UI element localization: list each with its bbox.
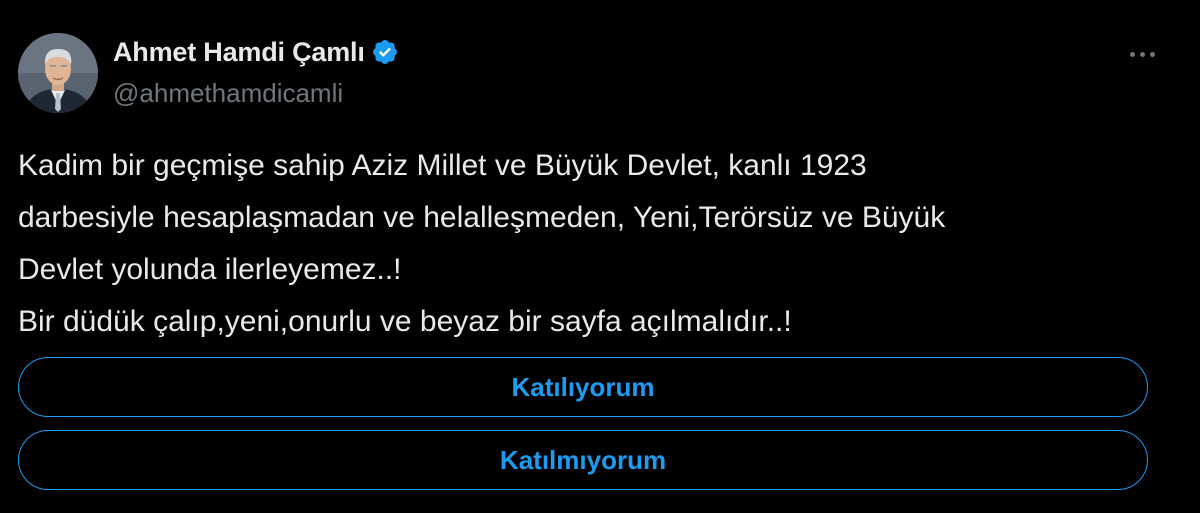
poll-option-agree-button[interactable]: Katılıyorum [18, 357, 1148, 417]
poll-option-label: Katılmıyorum [499, 444, 667, 475]
tweet-text-line: darbesiyle hesaplaşmadan ve helalleşmede… [18, 201, 946, 234]
author-display-name[interactable]: Ahmet Hamdi Çamlı [113, 37, 365, 68]
poll-option-disagree-button[interactable]: Katılmıyorum [18, 430, 1148, 490]
tweet-card: Ahmet Hamdi Çamlı @ahmethamdicamli Kadim… [0, 0, 1200, 513]
avatar[interactable] [18, 33, 98, 113]
tweet-text-line: Kadim bir geçmişe sahip Aziz Millet ve B… [18, 149, 867, 182]
author-name-row[interactable]: Ahmet Hamdi Çamlı [113, 36, 399, 68]
author-handle[interactable]: @ahmethamdicamli [113, 78, 343, 109]
avatar-image [18, 33, 98, 113]
tweet-text-line: Devlet yolunda ilerleyemez..! [18, 253, 402, 286]
poll-option-label: Katılıyorum [511, 371, 655, 402]
tweet-text: Kadim bir geçmişe sahip Aziz Millet ve B… [18, 140, 1158, 348]
tweet-text-line: Bir düdük çalıp,yeni,onurlu ve beyaz bir… [18, 305, 792, 338]
verified-badge-icon[interactable] [371, 38, 399, 66]
more-horizontal-icon[interactable] [1124, 40, 1160, 68]
